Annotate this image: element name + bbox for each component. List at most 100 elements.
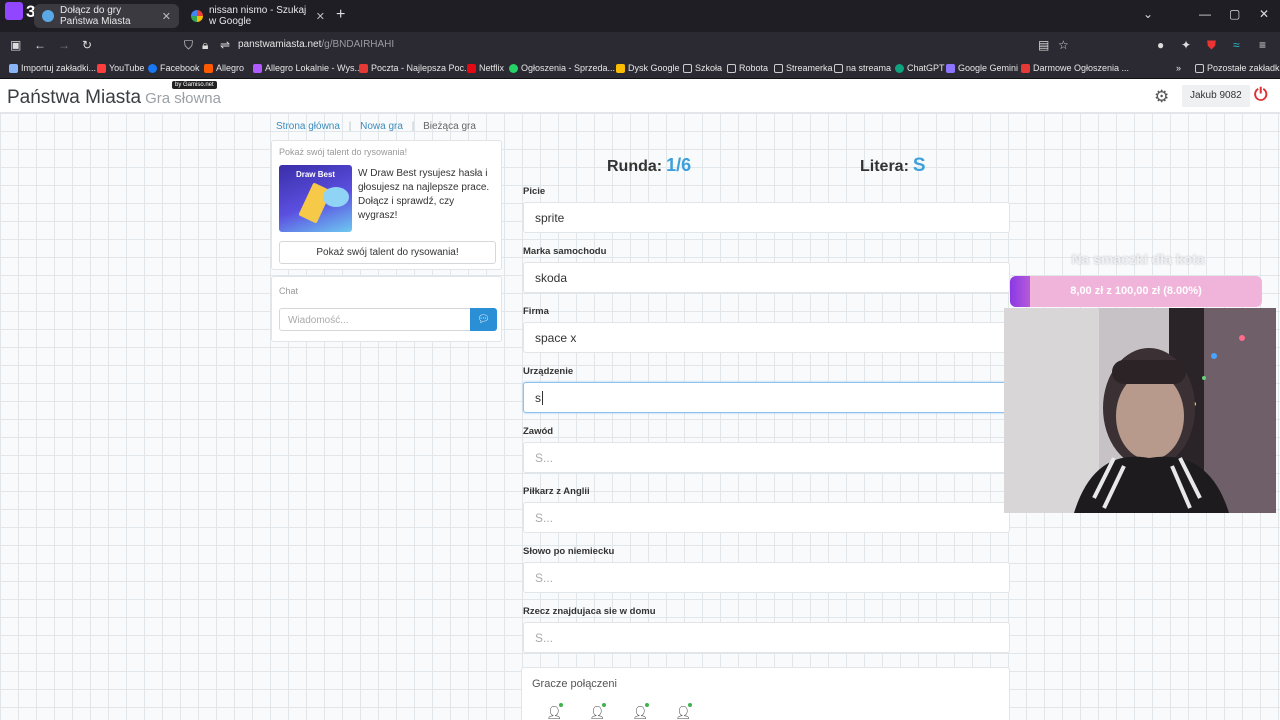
field-label-english-footballer: Piłkarz z Anglii xyxy=(523,486,590,497)
letter-indicator: Litera: S xyxy=(860,155,926,177)
chat-message-input[interactable]: Wiadomość... xyxy=(279,308,471,331)
breadcrumb-new-game[interactable]: Nowa gra xyxy=(360,121,403,132)
bookmark-folder[interactable]: Robota xyxy=(727,63,768,73)
allegro-lokalnie-icon xyxy=(253,63,262,73)
byline-badge: by Gamiso.net xyxy=(172,81,217,89)
extensions-puzzle-icon[interactable]: ✦ xyxy=(1181,38,1191,52)
cloud-icon xyxy=(323,187,349,207)
webcam-feed xyxy=(1004,308,1276,513)
bookmark-item[interactable]: Darmowe Ogłoszenia ... xyxy=(1021,63,1129,73)
donation-progress-text: 8,00 zł z 100,00 zł (8.00%) xyxy=(1070,285,1202,297)
logout-power-icon[interactable]: ⏻ xyxy=(1254,85,1267,105)
sidebar-icon[interactable]: ▣ xyxy=(10,38,21,52)
extension-icon[interactable]: ● xyxy=(1157,38,1164,52)
field-input-profession[interactable]: S... xyxy=(523,442,1010,473)
tab-google-search[interactable]: nissan nismo - Szukaj w Google ✕ xyxy=(183,4,333,28)
bookmark-star-icon[interactable]: ☆ xyxy=(1058,38,1069,52)
bookmark-item[interactable]: YouTube xyxy=(97,63,144,73)
player-avatar-icon: 👤︎ xyxy=(546,703,563,720)
google-drive-icon xyxy=(616,63,625,73)
field-label-drink: Picie xyxy=(523,186,546,197)
bookmark-item[interactable]: Allegro Lokalnie - Wys... xyxy=(253,63,362,73)
bookmark-item[interactable]: Google Gemini xyxy=(946,63,1018,73)
bookmark-folder[interactable]: na streama xyxy=(834,63,891,73)
tab-list-chevron-icon[interactable]: ⌄ xyxy=(1143,7,1153,21)
reload-icon[interactable]: ↻ xyxy=(82,38,92,52)
minimize-icon[interactable]: — xyxy=(1199,7,1211,21)
olx-icon xyxy=(509,63,518,73)
letter-value: S xyxy=(912,155,926,176)
url-text[interactable]: panstwamiasta.net/g/BNDAIRHAHI xyxy=(238,39,394,50)
bookmark-item[interactable]: Importuj zakładki... xyxy=(9,63,96,73)
netflix-icon xyxy=(467,63,476,73)
settings-gear-icon[interactable]: ⚙ xyxy=(1154,87,1169,107)
tab-title: Dołącz do gry Państwa Miasta xyxy=(60,5,131,27)
field-label-company: Firma xyxy=(523,306,549,317)
reader-view-icon[interactable]: ▤ xyxy=(1038,38,1049,52)
field-input-drink[interactable]: sprite xyxy=(523,202,1010,233)
shield-icon[interactable]: ⛉ xyxy=(184,38,193,52)
online-status-dot xyxy=(688,703,692,707)
player-avatar-icon: 👤︎ xyxy=(675,703,692,720)
bookmarks-overflow-icon[interactable]: » xyxy=(1176,63,1181,73)
ublock-icon[interactable]: ⛊ xyxy=(1207,38,1216,52)
bookmark-item[interactable]: Poczta - Najlepsza Poc... xyxy=(359,63,472,73)
browser-tab-bar: 3 Dołącz do gry Państwa Miasta ✕ nissan … xyxy=(0,0,1280,32)
bookmark-item[interactable]: Ogłoszenia - Sprzeda... xyxy=(509,63,615,73)
bookmark-item[interactable]: Dysk Google xyxy=(616,63,680,73)
field-label-profession: Zawód xyxy=(523,426,554,437)
bookmark-item[interactable]: Facebook xyxy=(148,63,200,73)
mail-icon xyxy=(359,63,368,73)
back-icon[interactable]: ← xyxy=(34,38,46,52)
bookmark-item[interactable]: Allegro xyxy=(204,63,244,73)
field-input-company[interactable]: space x xyxy=(523,322,1010,353)
site-logo[interactable]: Państwa Miasta Gra słowna xyxy=(7,87,221,109)
maximize-icon[interactable]: ▢ xyxy=(1229,7,1240,21)
close-tab-icon[interactable]: ✕ xyxy=(162,10,171,23)
menu-icon[interactable]: ≡ xyxy=(1259,38,1266,52)
donation-progress-bar: 8,00 zł z 100,00 zł (8.00%) xyxy=(1010,276,1262,307)
tab-active-game[interactable]: Dołącz do gry Państwa Miasta ✕ xyxy=(34,4,179,28)
field-input-english-footballer[interactable]: S... xyxy=(523,502,1010,533)
address-bar[interactable]: ⛉ 🔒︎ ⇌ panstwamiasta.net/g/BNDAIRHAHI ▤ … xyxy=(176,35,1076,55)
google-icon xyxy=(191,10,203,22)
breadcrumb-home[interactable]: Strona główna xyxy=(276,121,340,132)
folder-icon xyxy=(774,63,783,73)
import-icon xyxy=(9,63,18,73)
gemini-icon xyxy=(946,63,955,73)
youtube-icon xyxy=(97,63,106,73)
bookmark-folder[interactable]: Szkoła xyxy=(683,63,722,73)
bookmark-item[interactable]: ChatGPT xyxy=(895,63,945,73)
forward-icon[interactable]: → xyxy=(58,38,70,52)
new-tab-icon[interactable]: + xyxy=(336,6,345,24)
bookmark-folder[interactable]: Streamerka xyxy=(774,63,833,73)
field-label-device: Urządzenie xyxy=(523,366,574,377)
other-bookmarks-folder[interactable]: Pozostałe zakładki xyxy=(1195,63,1280,73)
online-status-dot xyxy=(559,703,563,707)
promo-card: Pokaż swój talent do rysowania! Draw Bes… xyxy=(271,140,502,270)
field-input-german-word[interactable]: S... xyxy=(523,562,1010,593)
field-label-german-word: Słowo po niemiecku xyxy=(523,546,615,557)
user-name[interactable]: Jakub 9082 xyxy=(1182,85,1250,107)
breadcrumb-separator: | xyxy=(411,121,415,132)
bookmark-item[interactable]: Netflix xyxy=(467,63,504,73)
field-input-car-brand[interactable]: skoda xyxy=(523,262,1010,293)
page-info-icon[interactable]: ⇌ xyxy=(220,38,230,52)
breadcrumb-current: Bieżąca gra xyxy=(423,121,476,132)
send-message-button[interactable]: 💬︎ xyxy=(470,308,497,331)
close-tab-icon[interactable]: ✕ xyxy=(316,10,325,23)
lock-icon[interactable]: 🔒︎ xyxy=(202,38,208,52)
player-avatar-icon: 👤︎ xyxy=(632,703,649,720)
site-favicon-icon xyxy=(42,10,54,22)
extension-icon[interactable]: ≈ xyxy=(1233,38,1240,52)
close-window-icon[interactable]: ✕ xyxy=(1259,7,1269,21)
tab-title: nissan nismo - Szukaj w Google xyxy=(209,5,307,27)
folder-icon xyxy=(834,63,843,73)
field-input-household-item[interactable]: S... xyxy=(523,622,1010,653)
draw-best-image[interactable]: Draw Best xyxy=(279,165,352,232)
promo-button[interactable]: Pokaż swój talent do rysowania! xyxy=(279,241,496,264)
folder-icon xyxy=(683,63,692,73)
field-input-device[interactable]: s xyxy=(523,382,1010,413)
ads-icon xyxy=(1021,63,1030,73)
player-avatar-icon: 👤︎ xyxy=(589,703,606,720)
